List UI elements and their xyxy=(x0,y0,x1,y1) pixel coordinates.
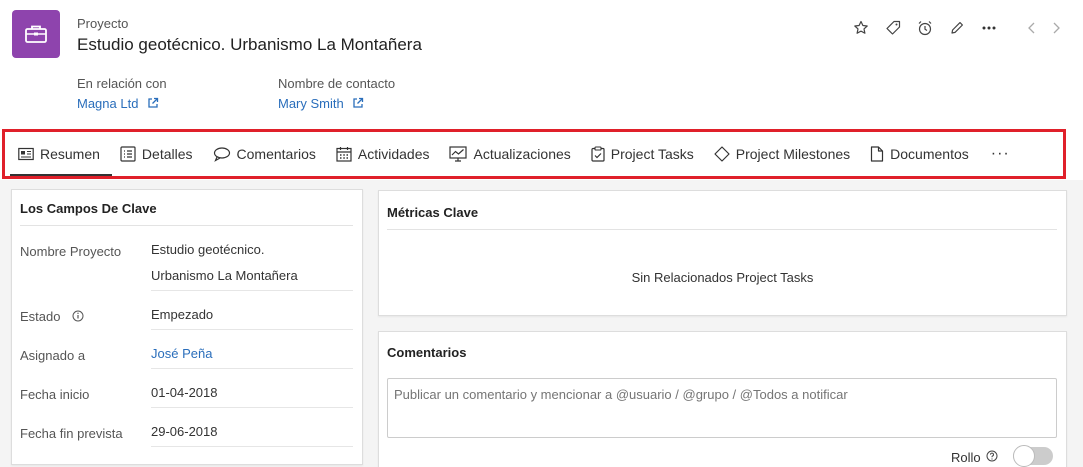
field-value: Empezado xyxy=(151,307,214,322)
field-value-line1: Estudio geotécnico. xyxy=(151,242,265,257)
field-value: 01-04-2018 xyxy=(151,385,218,400)
chevron-right-icon[interactable] xyxy=(1044,18,1068,38)
key-metrics-card: Métricas Clave Sin Relacionados Project … xyxy=(378,190,1067,316)
tab-label: Actualizaciones xyxy=(473,146,571,162)
contact-name-link[interactable]: Mary Smith xyxy=(278,96,344,111)
tab-detalles[interactable]: Detalles xyxy=(112,132,205,176)
field-status: Estado Empezado xyxy=(20,303,353,331)
field-underline xyxy=(151,368,353,369)
field-label: Fecha inicio xyxy=(20,387,90,402)
module-label: Proyecto xyxy=(77,16,129,31)
tab-label: Detalles xyxy=(141,146,193,162)
field-underline xyxy=(151,290,353,291)
field-expected-end-date: Fecha fin prevista 29-06-2018 xyxy=(20,420,353,448)
field-label: Fecha fin prevista xyxy=(20,426,123,441)
record-title: Estudio geotécnico. Urbanismo La Montañe… xyxy=(77,35,422,54)
field-value-line2: Urbanismo La Montañera xyxy=(151,268,298,283)
record-actions xyxy=(845,18,1005,38)
field-value: 29-06-2018 xyxy=(151,424,218,439)
alarm-icon[interactable] xyxy=(909,18,941,38)
tab-documentos[interactable]: Documentos xyxy=(862,132,981,176)
related-to-field: En relación con Magna Ltd xyxy=(77,76,167,112)
external-link-icon[interactable] xyxy=(352,97,364,112)
comments-card: Comentarios Rollo xyxy=(378,331,1067,467)
details-list-icon xyxy=(120,146,136,162)
star-icon[interactable] xyxy=(845,18,877,38)
key-metrics-title: Métricas Clave xyxy=(387,205,479,220)
status-label-text: Estado xyxy=(20,309,61,324)
tab-actualizaciones[interactable]: Actualizaciones xyxy=(441,132,582,176)
tab-project-tasks[interactable]: Project Tasks xyxy=(583,132,706,176)
summary-card-icon xyxy=(18,147,34,161)
rollo-label: Rollo xyxy=(951,450,981,465)
more-icon: ··· xyxy=(990,145,1010,162)
record-navigation xyxy=(1020,18,1068,38)
tab-more[interactable]: ··· xyxy=(981,132,1020,176)
card-divider xyxy=(20,225,353,226)
field-underline xyxy=(151,329,353,330)
tab-label: Resumen xyxy=(40,146,100,162)
edit-icon[interactable] xyxy=(941,18,973,38)
tab-label: Documentos xyxy=(890,146,969,162)
rollo-option: Rollo xyxy=(951,450,998,465)
field-label: Nombre Proyecto xyxy=(20,244,122,259)
updates-chart-icon xyxy=(449,146,468,162)
comment-input[interactable] xyxy=(387,378,1057,438)
calendar-icon xyxy=(336,147,352,162)
diamond-icon xyxy=(714,146,730,162)
field-start-date: Fecha inicio 01-04-2018 xyxy=(20,381,353,409)
tab-label: Actividades xyxy=(357,146,430,162)
tab-resumen[interactable]: Resumen xyxy=(10,132,112,176)
card-divider xyxy=(387,229,1057,230)
field-underline xyxy=(151,407,353,408)
toggle-knob xyxy=(1013,445,1035,467)
field-project-name: Nombre Proyecto Estudio geotécnico. Urba… xyxy=(20,238,353,291)
tag-icon[interactable] xyxy=(877,18,909,38)
info-icon[interactable] xyxy=(72,310,84,325)
contact-name-label: Nombre de contacto xyxy=(278,76,396,91)
assigned-user-link[interactable]: José Peña xyxy=(151,342,212,366)
tab-label: Comentarios xyxy=(236,146,316,162)
rollo-toggle[interactable] xyxy=(1013,445,1053,467)
chevron-left-icon[interactable] xyxy=(1020,18,1044,38)
field-assigned-to: Asignado a José Peña xyxy=(20,342,353,370)
help-icon[interactable] xyxy=(986,450,998,465)
related-to-link[interactable]: Magna Ltd xyxy=(77,96,138,111)
clipboard-check-icon xyxy=(591,146,605,162)
comments-title: Comentarios xyxy=(387,345,467,360)
key-fields-card: Los Campos De Clave Nombre Proyecto Estu… xyxy=(11,189,363,465)
field-label: Asignado a xyxy=(20,348,86,363)
more-icon[interactable] xyxy=(973,18,1005,38)
tab-comentarios[interactable]: Comentarios xyxy=(205,132,328,176)
comments-icon xyxy=(213,147,230,162)
tabs-highlight-frame: Resumen Detalles Comentarios Actividades… xyxy=(2,129,1066,179)
record-tabs: Resumen Detalles Comentarios Actividades… xyxy=(10,132,1020,176)
tab-label: Project Milestones xyxy=(735,146,851,162)
tab-actividades[interactable]: Actividades xyxy=(328,132,442,176)
briefcase-icon xyxy=(12,10,60,58)
empty-state-message: Sin Relacionados Project Tasks xyxy=(631,270,814,285)
document-icon xyxy=(871,146,884,162)
external-link-icon[interactable] xyxy=(147,97,159,112)
field-underline xyxy=(151,446,353,447)
key-fields-title: Los Campos De Clave xyxy=(20,201,157,216)
contact-name-field: Nombre de contacto Mary Smith xyxy=(278,76,395,112)
field-label: Estado xyxy=(20,309,84,325)
related-to-label: En relación con xyxy=(77,76,167,91)
tab-label: Project Tasks xyxy=(610,146,694,162)
tab-project-milestones[interactable]: Project Milestones xyxy=(706,132,862,176)
